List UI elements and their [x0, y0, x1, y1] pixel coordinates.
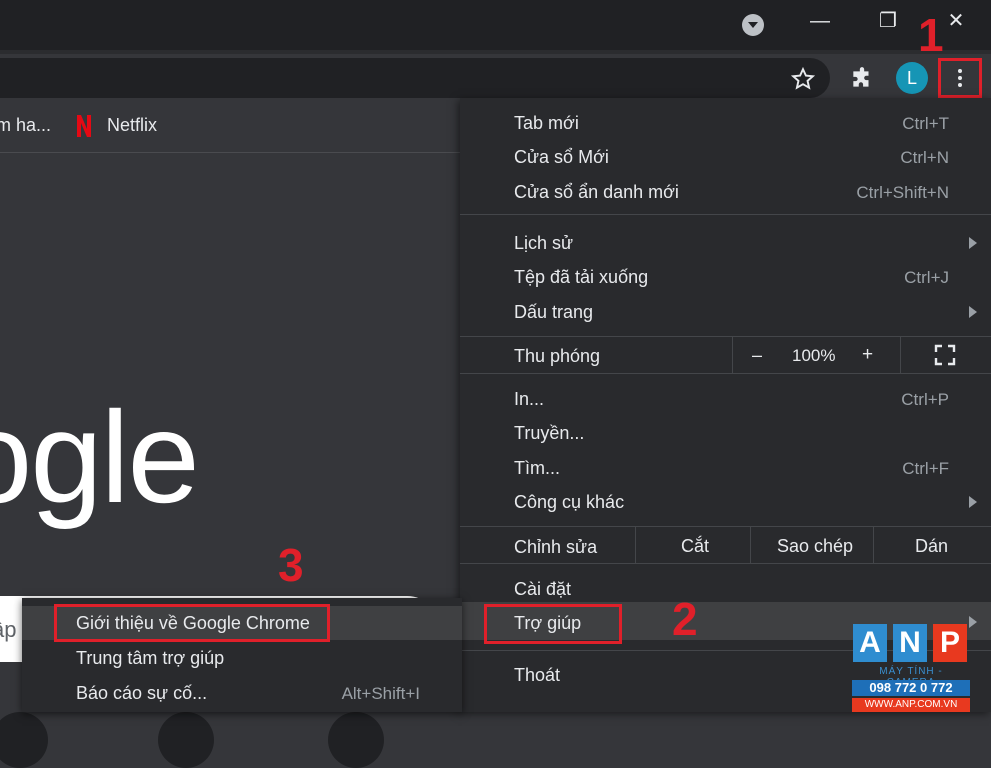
tab-search-icon[interactable]	[742, 14, 764, 36]
menu-divider	[873, 527, 874, 563]
paste-button[interactable]: Dán	[915, 536, 948, 557]
google-logo: ogle	[0, 384, 200, 530]
kebab-dot	[958, 69, 962, 73]
zoom-in-button[interactable]: +	[862, 344, 873, 366]
bookmarks-bar	[0, 100, 460, 153]
menu-item-more-tools[interactable]: Công cụ khác	[514, 492, 624, 513]
watermark-letter: N	[893, 624, 927, 662]
watermark-letter: P	[933, 624, 967, 662]
step-1-label: 1	[918, 9, 944, 61]
submenu-arrow-icon	[969, 616, 977, 628]
profile-avatar[interactable]: L	[896, 62, 928, 94]
kebab-dot	[958, 83, 962, 87]
menu-divider	[460, 563, 991, 564]
menu-item-new-tab[interactable]: Tab mới	[514, 113, 579, 134]
menu-item-exit[interactable]: Thoát	[514, 665, 560, 686]
address-bar[interactable]	[0, 58, 830, 98]
menu-item-new-window[interactable]: Cửa sổ Mới	[514, 147, 609, 168]
zoom-level: 100%	[792, 346, 836, 365]
submenu-item-report-issue[interactable]: Báo cáo sự cố...	[76, 683, 207, 704]
menu-divider	[460, 336, 991, 337]
menu-item-edit: Chỉnh sửa	[514, 537, 598, 557]
bookmark-item[interactable]: m ha...	[0, 115, 51, 136]
title-bar	[0, 0, 991, 52]
shortcut-tile[interactable]	[0, 712, 48, 768]
netflix-icon	[77, 115, 91, 137]
shortcut-label: Ctrl+N	[900, 148, 949, 167]
shortcut-label: Alt+Shift+I	[341, 684, 420, 703]
menu-item-settings[interactable]: Cài đặt	[514, 579, 571, 600]
fullscreen-icon[interactable]	[934, 344, 956, 366]
submenu-item-help-center[interactable]: Trung tâm trợ giúp	[76, 648, 224, 669]
menu-item-find[interactable]: Tìm...	[514, 458, 560, 479]
restore-button[interactable]: ❐	[876, 10, 900, 32]
submenu-arrow-icon	[969, 237, 977, 249]
chrome-menu-button[interactable]	[938, 58, 982, 98]
submenu-arrow-icon	[969, 496, 977, 508]
menu-item-cast[interactable]: Truyền...	[514, 423, 584, 444]
chrome-main-menu: Tab mới Ctrl+T Cửa sổ Mới Ctrl+N Cửa sổ …	[460, 98, 991, 712]
help-submenu: Giới thiệu về Google Chrome Trung tâm tr…	[22, 598, 462, 712]
menu-item-downloads[interactable]: Tệp đã tải xuống	[514, 267, 648, 288]
menu-divider	[460, 214, 991, 215]
bookmark-item-netflix[interactable]: Netflix	[107, 115, 157, 136]
menu-item-print[interactable]: In...	[514, 389, 544, 410]
shortcut-label: Ctrl+F	[902, 459, 949, 478]
bookmark-star-icon[interactable]	[790, 66, 816, 92]
search-placeholder: ập	[0, 617, 17, 642]
menu-divider	[900, 337, 901, 373]
menu-item-bookmarks[interactable]: Dấu trang	[514, 302, 593, 323]
shortcut-tile[interactable]	[158, 712, 214, 768]
watermark-letter: A	[853, 624, 887, 662]
help-highlight-box	[484, 604, 622, 644]
shortcut-label: Ctrl+P	[901, 390, 949, 409]
shortcut-tile[interactable]	[328, 712, 384, 768]
step-3-label: 3	[278, 539, 304, 591]
close-window-button[interactable]: ✕	[944, 10, 968, 32]
watermark-site: WWW.ANP.COM.VN	[852, 698, 970, 712]
menu-item-history[interactable]: Lịch sử	[514, 233, 573, 254]
shortcut-label: Ctrl+J	[904, 268, 949, 287]
menu-divider	[460, 373, 991, 374]
menu-divider	[460, 526, 991, 527]
zoom-out-button[interactable]: –	[752, 345, 762, 366]
menu-divider	[635, 527, 636, 563]
submenu-arrow-icon	[969, 306, 977, 318]
extensions-puzzle-icon[interactable]	[849, 66, 875, 92]
cut-button[interactable]: Cắt	[681, 536, 709, 557]
menu-item-incognito[interactable]: Cửa sổ ẩn danh mới	[514, 182, 679, 203]
minimize-button[interactable]: —	[808, 10, 832, 32]
step-2-label: 2	[672, 593, 698, 645]
copy-button[interactable]: Sao chép	[777, 536, 853, 557]
menu-divider	[732, 337, 733, 373]
about-highlight-box	[54, 604, 330, 642]
menu-item-zoom: Thu phóng	[514, 346, 601, 366]
shortcut-label: Ctrl+T	[902, 114, 949, 133]
watermark-phone: 098 772 0 772	[852, 680, 970, 696]
menu-divider	[750, 527, 751, 563]
kebab-dot	[958, 76, 962, 80]
shortcut-label: Ctrl+Shift+N	[856, 183, 949, 202]
